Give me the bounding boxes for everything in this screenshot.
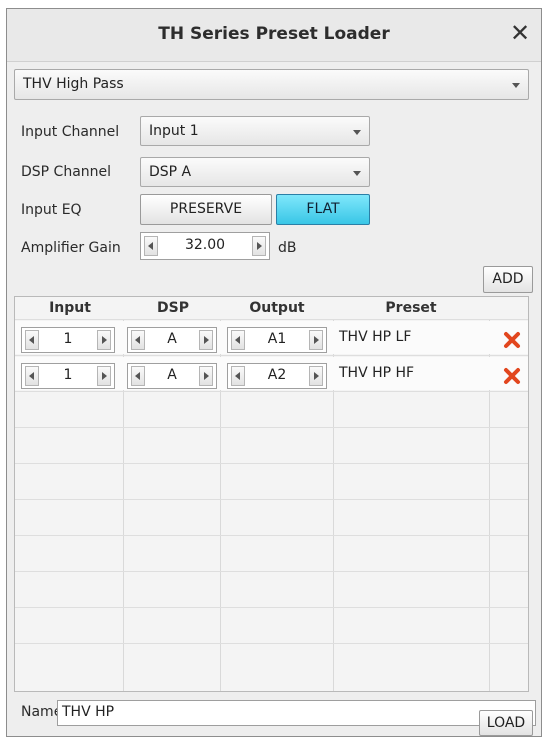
row-preset-name: THV HP HF <box>339 365 415 381</box>
increment-arrow-icon[interactable] <box>97 330 111 350</box>
load-button[interactable]: LOAD <box>479 710 533 736</box>
decrement-arrow-icon[interactable] <box>25 330 39 350</box>
row-output-value: A1 <box>267 331 287 347</box>
column-header-dsp: DSP <box>157 300 189 316</box>
column-header-output: Output <box>249 300 305 316</box>
chevron-down-icon <box>512 83 520 88</box>
decrement-arrow-icon[interactable] <box>144 236 158 256</box>
chevron-down-icon <box>353 171 361 176</box>
amplifier-gain-label: Amplifier Gain <box>21 240 121 256</box>
decrement-arrow-icon[interactable] <box>131 330 145 350</box>
input-channel-label: Input Channel <box>21 124 120 140</box>
window-title: TH Series Preset Loader <box>158 24 390 44</box>
row-dsp-stepper[interactable]: A <box>127 327 217 353</box>
row-input-stepper[interactable]: 1 <box>21 363 115 389</box>
row-input-value: 1 <box>63 331 73 347</box>
amplifier-gain-value[interactable]: 32.00 <box>161 237 249 253</box>
row-preset-name: THV HP LF <box>339 329 412 345</box>
amplifier-gain-stepper[interactable]: 32.00 <box>140 232 270 260</box>
eq-preserve-button[interactable]: PRESERVE <box>140 194 272 225</box>
column-header-input: Input <box>49 300 91 316</box>
row-output-stepper[interactable]: A1 <box>227 327 327 353</box>
row-dsp-value: A <box>167 367 177 383</box>
preset-table: Input DSP Output Preset 1 A A1 THV HP LF… <box>14 296 529 692</box>
delete-row-icon[interactable] <box>503 367 521 385</box>
decrement-arrow-icon[interactable] <box>231 330 245 350</box>
increment-arrow-icon[interactable] <box>199 366 213 386</box>
delete-row-icon[interactable] <box>503 331 521 349</box>
preset-dropdown-value: THV High Pass <box>23 76 124 92</box>
dsp-channel-dropdown[interactable]: DSP A <box>140 157 370 187</box>
eq-flat-button[interactable]: FLAT <box>276 194 370 225</box>
row-output-value: A2 <box>267 367 287 383</box>
input-eq-label: Input EQ <box>21 202 82 218</box>
row-dsp-value: A <box>167 331 177 347</box>
chevron-down-icon <box>353 130 361 135</box>
close-icon[interactable]: ✕ <box>506 19 534 47</box>
decrement-arrow-icon[interactable] <box>231 366 245 386</box>
row-input-stepper[interactable]: 1 <box>21 327 115 353</box>
gain-unit-label: dB <box>278 240 297 256</box>
increment-arrow-icon[interactable] <box>252 236 266 256</box>
increment-arrow-icon[interactable] <box>309 366 323 386</box>
row-output-stepper[interactable]: A2 <box>227 363 327 389</box>
dsp-channel-label: DSP Channel <box>21 164 112 180</box>
preset-dropdown[interactable]: THV High Pass <box>14 69 529 100</box>
column-header-preset: Preset <box>385 300 437 316</box>
increment-arrow-icon[interactable] <box>309 330 323 350</box>
increment-arrow-icon[interactable] <box>199 330 213 350</box>
input-channel-dropdown[interactable]: Input 1 <box>140 116 370 146</box>
decrement-arrow-icon[interactable] <box>25 366 39 386</box>
dsp-channel-value: DSP A <box>149 164 192 180</box>
name-input[interactable]: THV HP <box>57 700 536 726</box>
title-bar: TH Series Preset Loader ✕ <box>7 9 541 62</box>
decrement-arrow-icon[interactable] <box>131 366 145 386</box>
row-dsp-stepper[interactable]: A <box>127 363 217 389</box>
increment-arrow-icon[interactable] <box>97 366 111 386</box>
row-input-value: 1 <box>63 367 73 383</box>
add-button[interactable]: ADD <box>483 266 533 293</box>
input-channel-value: Input 1 <box>149 123 199 139</box>
